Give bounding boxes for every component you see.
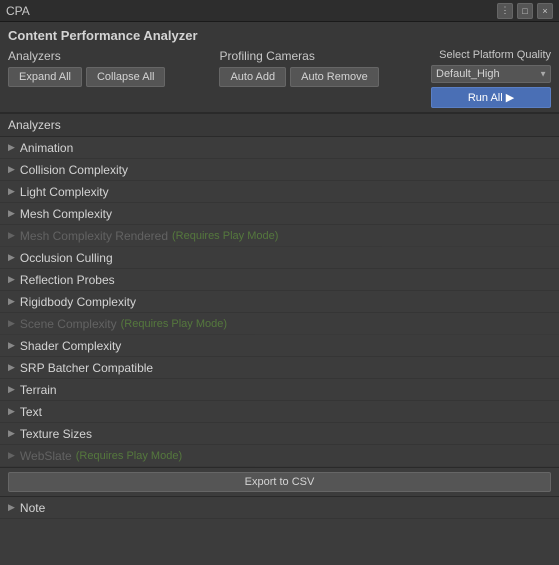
title-bar-left: CPA	[6, 4, 30, 18]
analyzers-section-label: Analyzers	[8, 49, 165, 63]
title-bar-title: CPA	[6, 4, 30, 18]
analyzer-list-item[interactable]: ▶ Texture Sizes	[0, 423, 559, 445]
analyzer-item-label: Reflection Probes	[20, 273, 115, 287]
analyzer-item-label: Mesh Complexity	[20, 207, 112, 221]
note-label: Note	[20, 501, 45, 515]
analyzer-list-item[interactable]: ▶ Occlusion Culling	[0, 247, 559, 269]
analyzer-item-label: Texture Sizes	[20, 427, 92, 441]
analyzer-item-label: Terrain	[20, 383, 57, 397]
expand-arrow-icon: ▶	[8, 340, 15, 351]
analyzer-list-item[interactable]: ▶ Light Complexity	[0, 181, 559, 203]
expand-arrow-icon: ▶	[8, 450, 15, 461]
analyzer-list-item[interactable]: ▶ SRP Batcher Compatible	[0, 357, 559, 379]
expand-arrow-icon: ▶	[8, 164, 15, 175]
expand-arrow-icon: ▶	[8, 274, 15, 285]
analyzer-item-label: Rigidbody Complexity	[20, 295, 136, 309]
analyzer-list-item: ▶ Mesh Complexity Rendered (Requires Play …	[0, 225, 559, 247]
requires-play-badge: (Requires Play Mode)	[172, 230, 278, 242]
expand-arrow-icon: ▶	[8, 186, 15, 197]
analyzer-item-label: WebSlate	[20, 449, 72, 463]
analyzer-item-label: SRP Batcher Compatible	[20, 361, 153, 375]
analyzer-list-item: ▶ WebSlate (Requires Play Mode)	[0, 445, 559, 467]
title-bar: CPA ⋮ □ ×	[0, 0, 559, 22]
run-all-button[interactable]: Run All ▶	[431, 87, 551, 108]
analyzer-item-label: Mesh Complexity Rendered	[20, 229, 168, 243]
left-section: Analyzers Expand All Collapse All Profil…	[8, 49, 379, 89]
window-header: Content Performance Analyzer Analyzers E…	[0, 22, 559, 113]
analyzers-controls: Analyzers Expand All Collapse All	[8, 49, 165, 89]
expand-collapse-row: Expand All Collapse All	[8, 67, 165, 87]
expand-arrow-icon: ▶	[8, 296, 15, 307]
expand-arrow-icon: ▶	[8, 252, 15, 263]
analyzer-list-item[interactable]: ▶ Animation	[0, 137, 559, 159]
analyzer-list-item[interactable]: ▶ Collision Complexity	[0, 159, 559, 181]
profiling-label: Profiling Cameras	[219, 49, 378, 63]
export-row: Export to CSV	[0, 467, 559, 497]
expand-all-button[interactable]: Expand All	[8, 67, 82, 87]
window-header-title: Content Performance Analyzer	[8, 28, 551, 43]
profiling-buttons-row: Auto Add Auto Remove	[219, 67, 378, 87]
requires-play-badge: (Requires Play Mode)	[76, 450, 182, 462]
expand-arrow-icon: ▶	[8, 362, 15, 373]
analyzer-list-item[interactable]: ▶ Terrain	[0, 379, 559, 401]
analyzer-list-item: ▶ Scene Complexity (Requires Play Mode)	[0, 313, 559, 335]
analyzer-list-item[interactable]: ▶ Text	[0, 401, 559, 423]
collapse-all-button[interactable]: Collapse All	[86, 67, 165, 87]
analyzers-section-header: Analyzers	[0, 113, 559, 137]
expand-arrow-icon: ▶	[8, 230, 15, 241]
analyzer-item-label: Animation	[20, 141, 73, 155]
analyzer-list-item[interactable]: ▶ Mesh Complexity	[0, 203, 559, 225]
analyzer-list-item[interactable]: ▶ Reflection Probes	[0, 269, 559, 291]
auto-add-button[interactable]: Auto Add	[219, 67, 286, 87]
analyzer-item-label: Scene Complexity	[20, 317, 117, 331]
analyzer-item-label: Text	[20, 405, 42, 419]
analyzer-item-label: Light Complexity	[20, 185, 109, 199]
right-controls: Select Platform Quality Default_High Def…	[431, 49, 551, 108]
export-csv-button[interactable]: Export to CSV	[8, 472, 551, 492]
analyzer-list: ▶ Animation ▶ Collision Complexity ▶ Light Co…	[0, 137, 559, 467]
analyzer-list-item[interactable]: ▶ Shader Complexity	[0, 335, 559, 357]
platform-quality-select[interactable]: Default_High Default_Medium Default_Low	[431, 65, 551, 83]
profiling-section: Profiling Cameras Auto Add Auto Remove	[219, 49, 378, 89]
title-bar-controls: ⋮ □ ×	[497, 3, 553, 19]
analyzers-section-header-label: Analyzers	[8, 118, 61, 132]
expand-arrow-icon: ▶	[8, 406, 15, 417]
requires-play-badge: (Requires Play Mode)	[121, 318, 227, 330]
title-bar-close-btn[interactable]: ×	[537, 3, 553, 19]
expand-arrow-icon: ▶	[8, 142, 15, 153]
expand-arrow-icon: ▶	[8, 428, 15, 439]
expand-arrow-icon: ▶	[8, 208, 15, 219]
title-bar-maximize-btn[interactable]: □	[517, 3, 533, 19]
expand-arrow-icon: ▶	[8, 384, 15, 395]
title-bar-menu-btn[interactable]: ⋮	[497, 3, 513, 19]
top-controls: Analyzers Expand All Collapse All Profil…	[8, 49, 551, 108]
analyzer-item-label: Shader Complexity	[20, 339, 121, 353]
analyzer-item-label: Occlusion Culling	[20, 251, 113, 265]
analyzer-item-label: Collision Complexity	[20, 163, 128, 177]
platform-select-wrapper: Default_High Default_Medium Default_Low	[431, 65, 551, 83]
expand-arrow-icon: ▶	[8, 318, 15, 329]
note-list-item[interactable]: ▶ Note	[0, 497, 559, 519]
auto-remove-button[interactable]: Auto Remove	[290, 67, 379, 87]
platform-quality-label: Select Platform Quality	[439, 49, 551, 61]
note-expand-arrow: ▶	[8, 502, 15, 513]
analyzer-list-item[interactable]: ▶ Rigidbody Complexity	[0, 291, 559, 313]
